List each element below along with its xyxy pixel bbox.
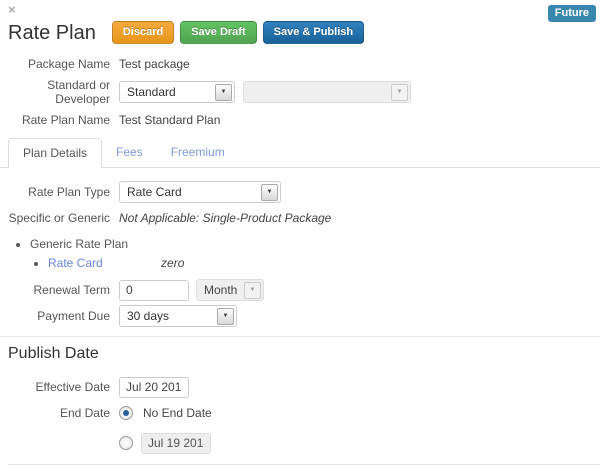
- rate-card-value: zero: [161, 256, 184, 270]
- renewal-term-row: Renewal Term Month ▼: [0, 278, 600, 302]
- end-date-value-row: [0, 431, 600, 455]
- status-badge: Future: [548, 5, 596, 22]
- specific-or-generic-row: Specific or Generic Not Applicable: Sing…: [0, 206, 600, 230]
- save-publish-button[interactable]: Save & Publish: [263, 21, 364, 44]
- tab-plan-details[interactable]: Plan Details: [8, 138, 102, 168]
- tab-freemium[interactable]: Freemium: [157, 138, 239, 168]
- renewal-term-unit-select: Month ▼: [196, 279, 264, 301]
- rate-plan-type-label: Rate Plan Type: [0, 185, 110, 199]
- chevron-down-icon: ▼: [391, 84, 408, 101]
- rate-plan-name-label: Rate Plan Name: [0, 113, 110, 127]
- effective-date-input[interactable]: [119, 377, 189, 398]
- package-name-label: Package Name: [0, 57, 110, 71]
- rate-plan-type-selected-value: Rate Card: [127, 185, 182, 199]
- renewal-term-unit-value: Month: [204, 283, 237, 297]
- generic-rate-plan-item: Generic Rate Plan Rate Card zero: [30, 236, 600, 272]
- standard-or-developer-selected-value: Standard: [127, 85, 176, 99]
- rate-plan-type-select[interactable]: Rate Card ▼: [119, 181, 281, 203]
- chevron-down-icon: ▼: [244, 282, 261, 299]
- no-end-date-label: No End Date: [143, 406, 212, 420]
- tab-bar: Plan Details Fees Freemium: [0, 138, 600, 168]
- end-date-label: End Date: [0, 406, 110, 420]
- close-icon[interactable]: ×: [8, 3, 16, 17]
- package-name-value: Test package: [119, 57, 190, 71]
- end-date-input: [141, 433, 211, 454]
- save-draft-button[interactable]: Save Draft: [180, 21, 256, 44]
- payment-due-selected-value: 30 days: [127, 309, 169, 323]
- developer-select-disabled: ▼: [243, 81, 411, 103]
- package-name-row: Package Name Test package: [0, 52, 600, 76]
- end-date-radio[interactable]: [119, 436, 133, 450]
- publish-date-section: Publish Date Effective Date End Date No …: [0, 336, 600, 465]
- specific-or-generic-label: Specific or Generic: [0, 211, 110, 225]
- generic-rate-plan-list: Generic Rate Plan Rate Card zero: [30, 236, 600, 272]
- rate-plan-type-row: Rate Plan Type Rate Card ▼: [0, 180, 600, 204]
- rate-plan-name-value: Test Standard Plan: [119, 113, 220, 127]
- generic-rate-plan-label: Generic Rate Plan: [30, 237, 128, 251]
- rate-card-link[interactable]: Rate Card: [48, 256, 103, 270]
- page-header: Rate Plan Discard Save Draft Save & Publ…: [0, 0, 600, 45]
- payment-due-row: Payment Due 30 days ▼: [0, 304, 600, 328]
- rate-plan-form: Package Name Test package Standard or De…: [0, 52, 600, 328]
- rate-plan-name-row: Rate Plan Name Test Standard Plan: [0, 108, 600, 132]
- standard-or-developer-label: Standard or Developer: [0, 78, 110, 106]
- discard-button[interactable]: Discard: [112, 21, 174, 44]
- payment-due-label: Payment Due: [0, 309, 110, 323]
- renewal-term-label: Renewal Term: [0, 283, 110, 297]
- end-date-row: End Date No End Date: [0, 401, 600, 425]
- renewal-term-input[interactable]: [119, 280, 189, 301]
- effective-date-row: Effective Date: [0, 375, 600, 399]
- payment-due-select[interactable]: 30 days ▼: [119, 305, 237, 327]
- tab-fees[interactable]: Fees: [102, 138, 157, 168]
- specific-or-generic-value: Not Applicable: Single-Product Package: [119, 211, 331, 225]
- no-end-date-radio[interactable]: [119, 406, 133, 420]
- publish-date-title: Publish Date: [8, 345, 600, 363]
- chevron-down-icon: ▼: [215, 84, 232, 101]
- standard-or-developer-select[interactable]: Standard ▼: [119, 81, 235, 103]
- standard-or-developer-row: Standard or Developer Standard ▼ ▼: [0, 78, 600, 106]
- page-title: Rate Plan: [8, 21, 96, 45]
- rate-card-item: Rate Card zero: [48, 255, 600, 272]
- effective-date-label: Effective Date: [0, 380, 110, 394]
- chevron-down-icon: ▼: [261, 184, 278, 201]
- chevron-down-icon: ▼: [217, 308, 234, 325]
